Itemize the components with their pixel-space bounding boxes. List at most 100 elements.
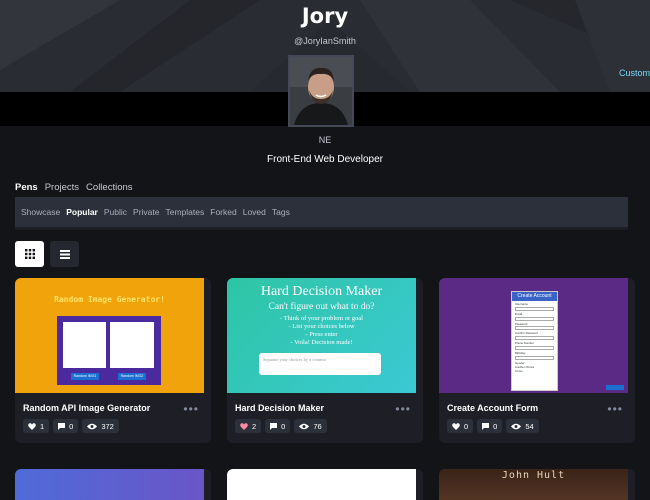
- preview-field-label: Phone Number: [515, 341, 534, 346]
- grid-icon: [24, 249, 35, 259]
- pen-preview[interactable]: Create Account Username Email Password C…: [439, 278, 628, 393]
- avatar[interactable]: [288, 55, 354, 127]
- pen-preview[interactable]: John Hult: [439, 469, 628, 500]
- preview-step: - Press enter: [305, 331, 338, 338]
- list-icon: [59, 249, 70, 259]
- preview-field-box: [515, 316, 554, 321]
- views-button[interactable]: 372: [82, 419, 119, 433]
- comment-count: 0: [281, 421, 286, 431]
- profile-location: NE: [318, 135, 332, 145]
- heart-icon: [28, 422, 36, 430]
- comment-icon: [270, 422, 278, 430]
- preview-button: [606, 385, 624, 390]
- tab-projects[interactable]: Projects: [45, 182, 79, 193]
- comments-button[interactable]: 0: [477, 419, 503, 433]
- pen-preview[interactable]: Random Image Generator! Random IMG1 Rand…: [15, 278, 204, 393]
- heart-icon: [452, 422, 460, 430]
- pen-card[interactable]: John Hult: [439, 469, 635, 500]
- love-button[interactable]: 2: [235, 419, 262, 433]
- pen-preview[interactable]: [227, 469, 416, 500]
- pen-stats: 1 0 372: [23, 419, 119, 433]
- pen-preview[interactable]: Hard Decision Maker Can't figure out wha…: [227, 278, 416, 393]
- love-count: 1: [40, 421, 45, 431]
- preview-field-label: Email: [515, 311, 522, 316]
- pen-card[interactable]: [227, 469, 423, 500]
- tab-collections[interactable]: Collections: [86, 182, 132, 193]
- profile-tabs: Pens Projects Collections: [15, 182, 133, 193]
- heart-icon: [240, 422, 248, 430]
- preview-image-box: [63, 322, 106, 368]
- pen-card[interactable]: Hard Decision Maker Can't figure out wha…: [227, 278, 423, 443]
- subnav-templates[interactable]: Templates: [166, 207, 205, 217]
- preview-button: Random IMG2: [118, 373, 146, 380]
- view-count: 372: [101, 421, 114, 431]
- subnav-forked[interactable]: Forked: [210, 207, 236, 217]
- preview-field-box: [515, 355, 554, 360]
- preview-field-label: Password: [515, 321, 528, 326]
- preview-step: - List your choices below: [288, 323, 355, 330]
- subnav-showcase[interactable]: Showcase: [21, 207, 60, 217]
- comment-icon: [58, 422, 66, 430]
- love-button[interactable]: 0: [447, 419, 474, 433]
- pen-stats: 0 0 54: [447, 419, 539, 433]
- preview-field-label: Terms: [515, 369, 523, 374]
- preview-form: Create Account Username Email Password C…: [511, 291, 558, 391]
- preview-field-box: [515, 306, 554, 311]
- pen-card[interactable]: Random Image Generator! Random IMG1 Rand…: [15, 278, 211, 443]
- pen-title[interactable]: Create Account Form: [447, 403, 538, 413]
- preview-field-box: [515, 345, 554, 350]
- view-count: 76: [313, 421, 322, 431]
- preview-heading: Hard Decision Maker: [260, 284, 383, 299]
- preview-field-label: Birthday: [515, 350, 526, 355]
- subnav-public[interactable]: Public: [104, 207, 127, 217]
- preview-fields: Username Email Password Confirm Password…: [512, 301, 557, 375]
- subnav-private[interactable]: Private: [133, 207, 159, 217]
- list-view-button[interactable]: [50, 241, 79, 267]
- comment-count: 0: [493, 421, 498, 431]
- pen-title[interactable]: Random API Image Generator: [23, 403, 150, 413]
- pen-stats: 2 0 76: [235, 419, 327, 433]
- comments-button[interactable]: 0: [265, 419, 291, 433]
- subnav-popular[interactable]: Popular: [66, 207, 98, 217]
- profile-name: Jory: [301, 4, 349, 28]
- eye-icon: [511, 423, 522, 429]
- eye-icon: [299, 423, 310, 429]
- love-count: 2: [252, 421, 257, 431]
- more-options-icon[interactable]: •••: [607, 402, 623, 416]
- pens-subnav: Showcase Popular Public Private Template…: [15, 197, 628, 230]
- pen-card[interactable]: Create Account Username Email Password C…: [439, 278, 635, 443]
- preview-button: Random IMG1: [71, 373, 99, 380]
- views-button[interactable]: 76: [294, 419, 327, 433]
- tab-pens[interactable]: Pens: [15, 182, 38, 193]
- eye-icon: [87, 423, 98, 429]
- comment-icon: [482, 422, 490, 430]
- preview-image-box: [110, 322, 154, 368]
- preview-subheading: Can't figure out what to do?: [268, 302, 375, 312]
- love-count: 0: [464, 421, 469, 431]
- love-button[interactable]: 1: [23, 419, 50, 433]
- preview-field-box: [515, 326, 554, 331]
- pen-preview[interactable]: [15, 469, 204, 500]
- views-button[interactable]: 54: [506, 419, 539, 433]
- grid-view-button[interactable]: [15, 241, 44, 267]
- preview-field-box: [515, 336, 554, 341]
- view-count: 54: [525, 421, 534, 431]
- preview-frame: Random IMG1 Random IMG2: [57, 316, 161, 385]
- preview-field-label: Confirm Password: [515, 331, 538, 336]
- preview-step: - Think of your problem or goal: [280, 315, 363, 322]
- more-options-icon[interactable]: •••: [183, 402, 199, 416]
- pen-title[interactable]: Hard Decision Maker: [235, 403, 324, 413]
- comment-count: 0: [69, 421, 74, 431]
- profile-bio: Front-End Web Developer: [267, 154, 383, 165]
- preview-step: - Voila! Decision made!: [290, 339, 353, 346]
- customize-link[interactable]: Customi: [619, 68, 650, 78]
- preview-field-label: Another Choice: [515, 364, 535, 369]
- subnav-tags[interactable]: Tags: [272, 207, 290, 217]
- preview-heading: Create Account: [512, 292, 557, 301]
- preview-input: Separate your choices by a comma: [259, 353, 381, 375]
- more-options-icon[interactable]: •••: [395, 402, 411, 416]
- pen-card[interactable]: [15, 469, 211, 500]
- comments-button[interactable]: 0: [53, 419, 79, 433]
- preview-heading: John Hult: [501, 470, 566, 481]
- subnav-loved[interactable]: Loved: [243, 207, 266, 217]
